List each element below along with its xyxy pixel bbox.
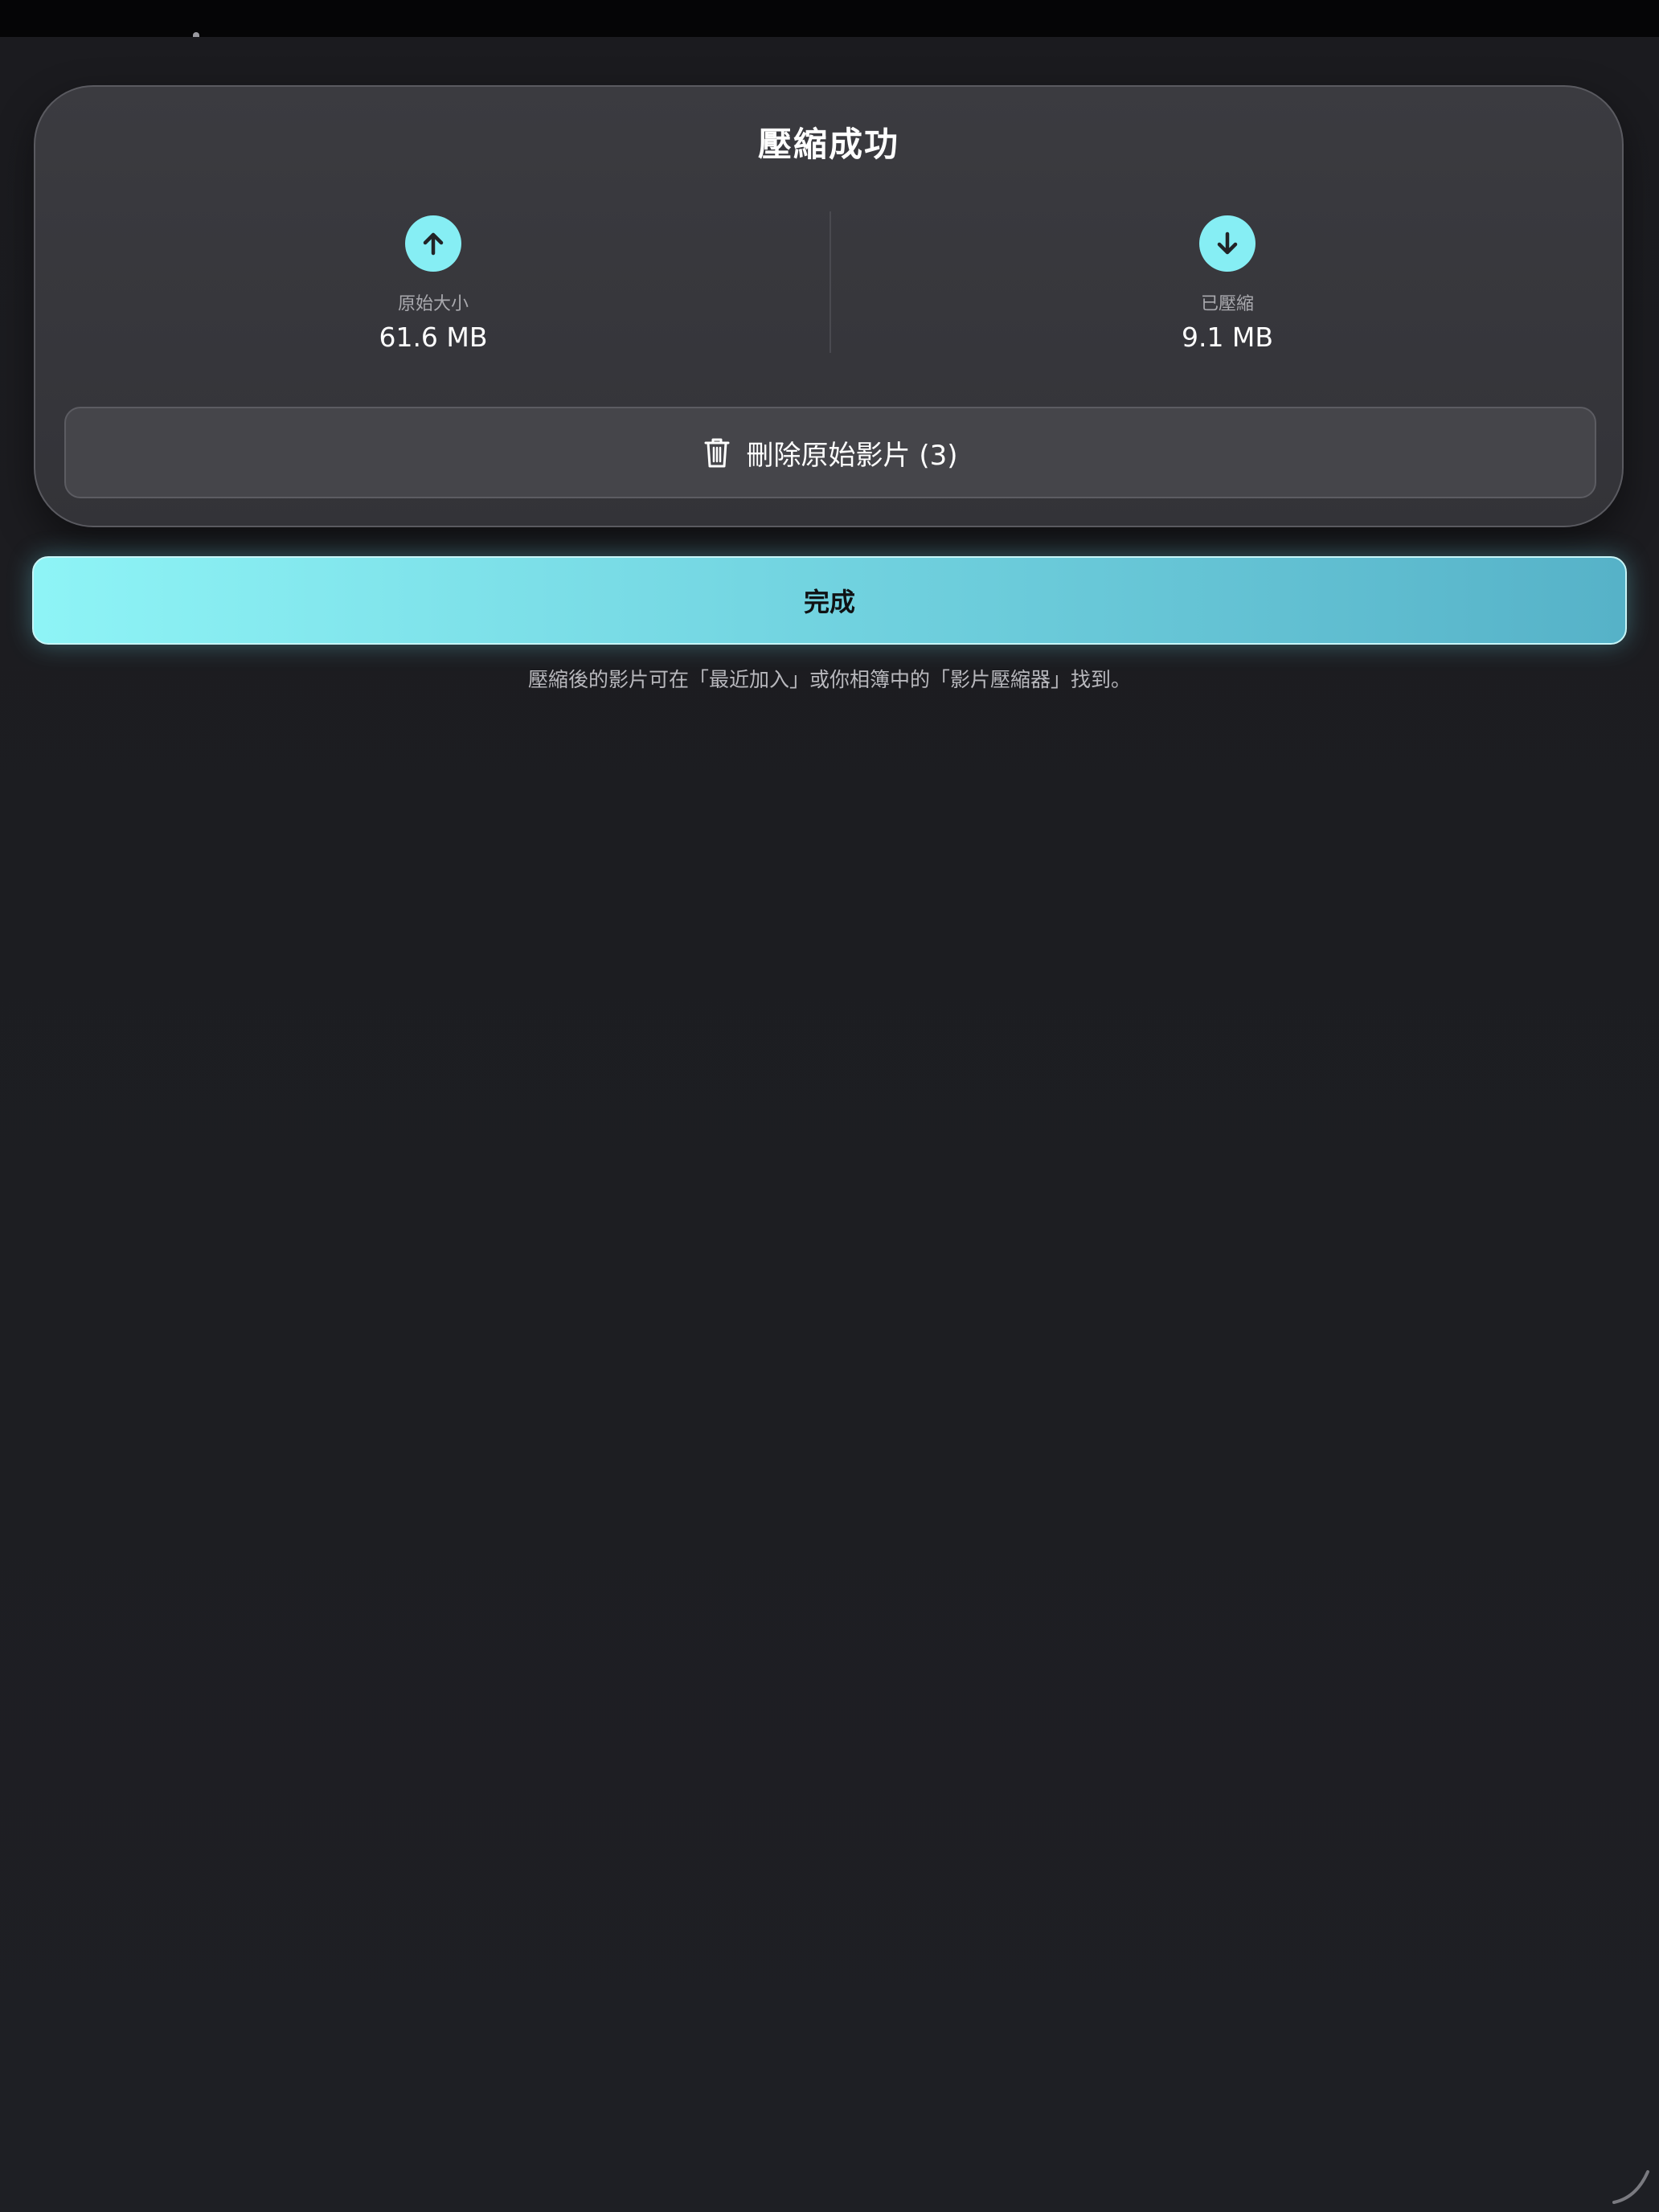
- resize-handle-icon: [1612, 2170, 1649, 2204]
- compressed-size-stat: 已壓縮 9.1 MB: [986, 215, 1469, 368]
- compressed-size-label: 已壓縮: [1200, 294, 1254, 314]
- stats-divider: [830, 211, 831, 353]
- arrow-up-circle-icon: [405, 215, 461, 272]
- status-indicator-icon: [193, 32, 199, 37]
- saved-location-hint: 壓縮後的影片可在「最近加入」或你相簿中的「影片壓縮器」找到。: [527, 668, 1131, 691]
- trash-icon: [704, 438, 730, 468]
- arrow-down-circle-icon: [1199, 215, 1256, 272]
- compression-result-screen: 壓縮成功 原始大小 61.6 MB 已壓縮 9.1 MB 刪除原始影片 (3) …: [0, 0, 1659, 2212]
- delete-originals-label: 刪除原始影片 (3): [746, 439, 958, 472]
- compression-result-card: 壓縮成功 原始大小 61.6 MB 已壓縮 9.1 MB 刪除原始影片 (3): [34, 85, 1624, 527]
- result-title: 壓縮成功: [757, 125, 899, 164]
- status-bar: [0, 0, 1659, 37]
- done-button[interactable]: 完成: [32, 556, 1627, 645]
- original-size-label: 原始大小: [397, 294, 469, 314]
- compressed-size-value: 9.1 MB: [1181, 322, 1274, 353]
- original-size-value: 61.6 MB: [379, 322, 488, 353]
- done-button-label: 完成: [803, 587, 855, 617]
- delete-originals-button[interactable]: 刪除原始影片 (3): [64, 407, 1596, 498]
- original-size-stat: 原始大小 61.6 MB: [192, 215, 674, 368]
